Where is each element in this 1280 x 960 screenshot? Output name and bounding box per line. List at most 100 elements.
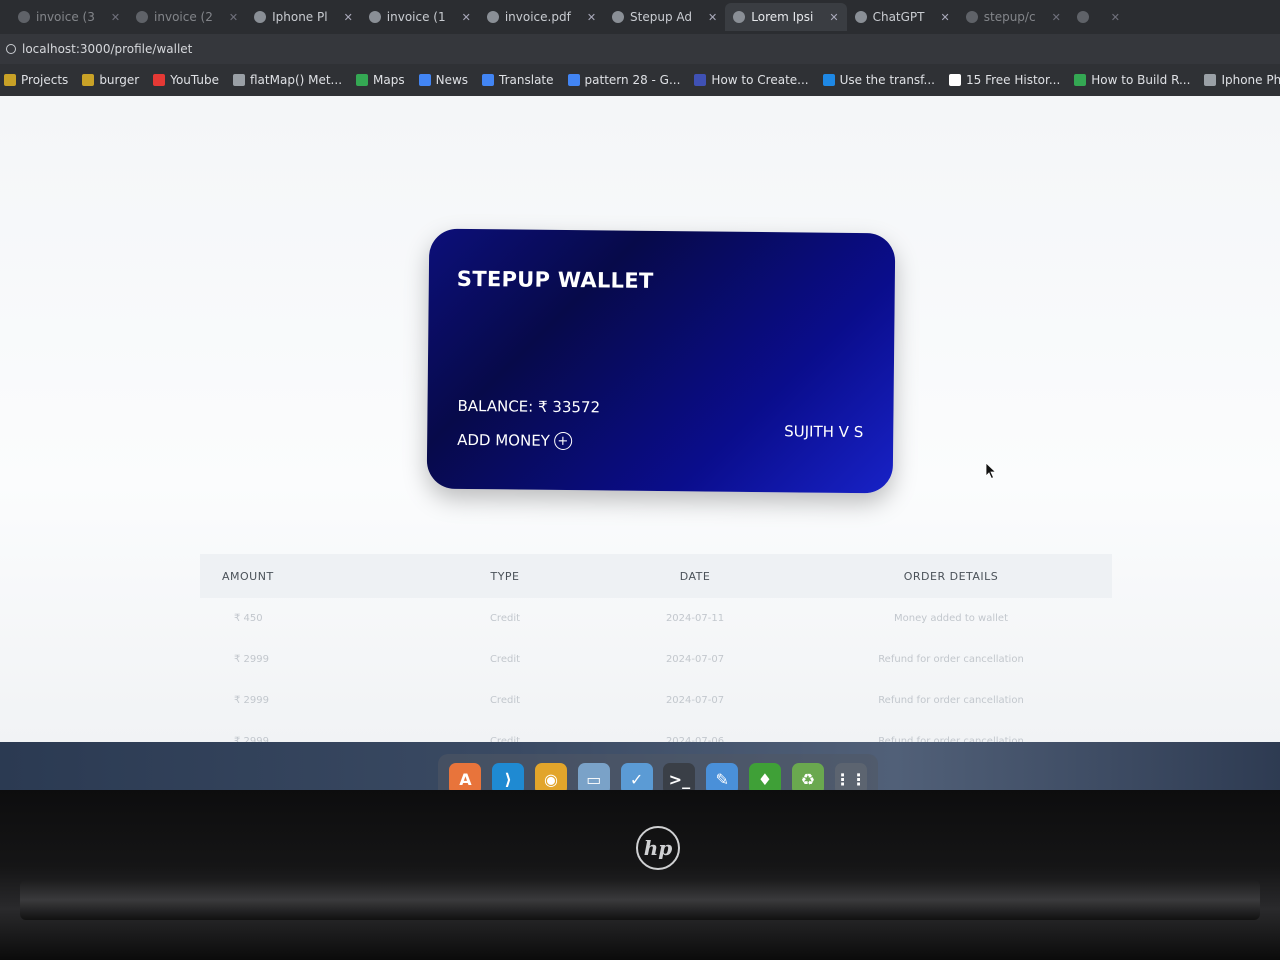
bookmark-item[interactable]: Translate	[482, 73, 554, 87]
tab-label: stepup/c	[983, 10, 1036, 24]
browser-tab[interactable]: invoice.pdf ✕	[479, 3, 604, 31]
laptop-hinge	[20, 880, 1260, 920]
bookmark-favicon-icon	[418, 74, 431, 86]
close-tab-icon[interactable]: ✕	[941, 11, 950, 24]
bookmark-label: flatMap() Met...	[250, 73, 343, 87]
browser-tab[interactable]: Stepup Ad ✕	[604, 3, 725, 31]
cell-date: 2024-07-11	[665, 613, 725, 624]
bookmark-label: 15 Free Histor...	[965, 73, 1061, 87]
bookmark-label: YouTube	[170, 73, 219, 87]
wallet-title: STEPUP WALLET	[456, 266, 654, 293]
bookmarks-bar: Projects burger YouTube flatMap() Met... Map…	[0, 64, 1280, 96]
bookmark-item[interactable]: flatMap() Met...	[233, 73, 342, 87]
tab-label: invoice.pdf	[504, 10, 571, 24]
close-tab-icon[interactable]: ✕	[1111, 11, 1120, 24]
transactions-table: AMOUNT TYPE DATE ORDER DETAILS ₹ 450 Cred…	[200, 554, 1112, 742]
laptop-bezel	[0, 790, 1280, 960]
bookmark-favicon-icon	[482, 74, 495, 86]
cell-type: Credit	[489, 613, 521, 624]
balance-label: BALANCE:	[457, 396, 534, 416]
bookmark-favicon-icon	[1204, 74, 1217, 86]
bookmark-label: Projects	[21, 73, 69, 87]
bookmark-item[interactable]: How to Build R...	[1074, 73, 1190, 87]
address-bar[interactable]: localhost:3000/profile/wallet	[0, 34, 1280, 64]
bookmark-item[interactable]: 15 Free Histor...	[948, 73, 1061, 87]
bookmark-item[interactable]: Use the transf...	[822, 73, 935, 87]
browser-tab-bar: invoice (3 ✕ invoice (2 ✕ Iphone Pl ✕ invoice …	[0, 0, 1280, 34]
bookmark-favicon-icon	[153, 74, 166, 86]
plus-circle-icon[interactable]: +	[553, 431, 573, 451]
close-tab-icon[interactable]: ✕	[1052, 11, 1061, 24]
table-row: ₹ 2999 Credit 2024-07-07 Refund for order c…	[200, 639, 1112, 680]
close-tab-icon[interactable]: ✕	[344, 11, 353, 24]
table-row: ₹ 450 Credit 2024-07-11 Money added to wall…	[200, 598, 1112, 639]
balance-row: BALANCE: ₹ 33572	[457, 397, 600, 416]
close-tab-icon[interactable]: ✕	[111, 11, 120, 24]
tab-favicon-icon	[965, 11, 978, 23]
bookmark-label: How to Build R...	[1091, 73, 1191, 87]
browser-tab[interactable]: stepup/c ✕	[958, 3, 1069, 31]
bookmark-item[interactable]: pattern 28 - G...	[567, 73, 681, 87]
browser-tab[interactable]: Iphone Pl ✕	[246, 3, 361, 31]
bookmark-favicon-icon	[694, 74, 707, 86]
browser-tab[interactable]: ✕	[1069, 3, 1128, 31]
site-info-icon[interactable]	[6, 44, 16, 54]
tab-label: ChatGPT	[872, 10, 925, 24]
cell-type: Credit	[489, 654, 521, 665]
table-header: AMOUNT TYPE DATE ORDER DETAILS	[200, 554, 1112, 598]
add-money-button[interactable]: ADD MONEY +	[457, 431, 573, 451]
balance-value: ₹ 33572	[537, 397, 601, 417]
cell-date: 2024-07-07	[665, 654, 725, 665]
card-holder-name: SUJITH V S	[784, 422, 864, 442]
bookmark-favicon-icon	[356, 74, 369, 86]
cell-amount: ₹ 2999	[234, 695, 269, 706]
address-url[interactable]: localhost:3000/profile/wallet	[22, 42, 192, 56]
header-date: DATE	[679, 569, 711, 583]
bookmark-label: How to Create...	[711, 73, 809, 87]
tab-favicon-icon	[486, 11, 499, 23]
header-amount: AMOUNT	[222, 569, 274, 583]
bookmark-label: Translate	[499, 73, 554, 87]
bookmark-item[interactable]: YouTube	[153, 73, 219, 87]
tab-favicon-icon	[1076, 11, 1089, 23]
bookmark-item[interactable]: burger	[82, 73, 139, 87]
header-order-details: ORDER DETAILS	[903, 569, 999, 583]
close-tab-icon[interactable]: ✕	[462, 11, 471, 24]
bookmark-label: Maps	[373, 73, 405, 87]
wallet-card: STEPUP WALLET BALANCE: ₹ 33572 ADD MONEY…	[426, 228, 896, 494]
bookmark-label: Iphone Photos	[1221, 73, 1280, 87]
browser-tab[interactable]: ChatGPT ✕	[847, 3, 958, 31]
browser-tab[interactable]: invoice (2 ✕	[128, 3, 246, 31]
hp-logo: hp	[636, 826, 680, 870]
cell-date: 2024-07-07	[665, 695, 725, 706]
tab-favicon-icon	[854, 11, 867, 23]
bookmark-label: burger	[99, 73, 140, 87]
tab-favicon-icon	[254, 11, 267, 23]
cell-type: Credit	[489, 695, 521, 706]
bookmark-item[interactable]: Maps	[356, 73, 405, 87]
browser-tab[interactable]: invoice (3 ✕	[10, 3, 128, 31]
cell-order-details: Money added to wallet	[894, 613, 1008, 624]
bookmark-item[interactable]: News	[418, 73, 469, 87]
bookmark-label: Use the transf...	[839, 73, 935, 87]
close-tab-icon[interactable]: ✕	[708, 11, 717, 24]
browser-tab[interactable]: Lorem Ipsi ✕	[725, 3, 847, 31]
bookmark-item[interactable]: Iphone Photos	[1204, 73, 1280, 87]
close-tab-icon[interactable]: ✕	[229, 11, 238, 24]
browser-tab[interactable]: invoice (1 ✕	[361, 3, 479, 31]
bookmark-item[interactable]: Projects	[4, 73, 68, 87]
bookmark-label: News	[435, 73, 469, 87]
tab-favicon-icon	[18, 11, 30, 23]
cell-amount: ₹ 2999	[234, 654, 269, 665]
bookmark-favicon-icon	[233, 74, 245, 86]
close-tab-icon[interactable]: ✕	[829, 11, 838, 24]
bookmark-item[interactable]: How to Create...	[694, 73, 809, 87]
tab-favicon-icon	[368, 11, 381, 23]
close-tab-icon[interactable]: ✕	[587, 11, 596, 24]
bookmark-favicon-icon	[822, 74, 835, 86]
tab-label: Iphone Pl	[272, 10, 328, 24]
tab-favicon-icon	[136, 11, 149, 23]
bookmark-favicon-icon	[948, 74, 961, 86]
tab-label: Lorem Ipsi	[751, 10, 814, 24]
bookmark-label: pattern 28 - G...	[584, 73, 681, 87]
